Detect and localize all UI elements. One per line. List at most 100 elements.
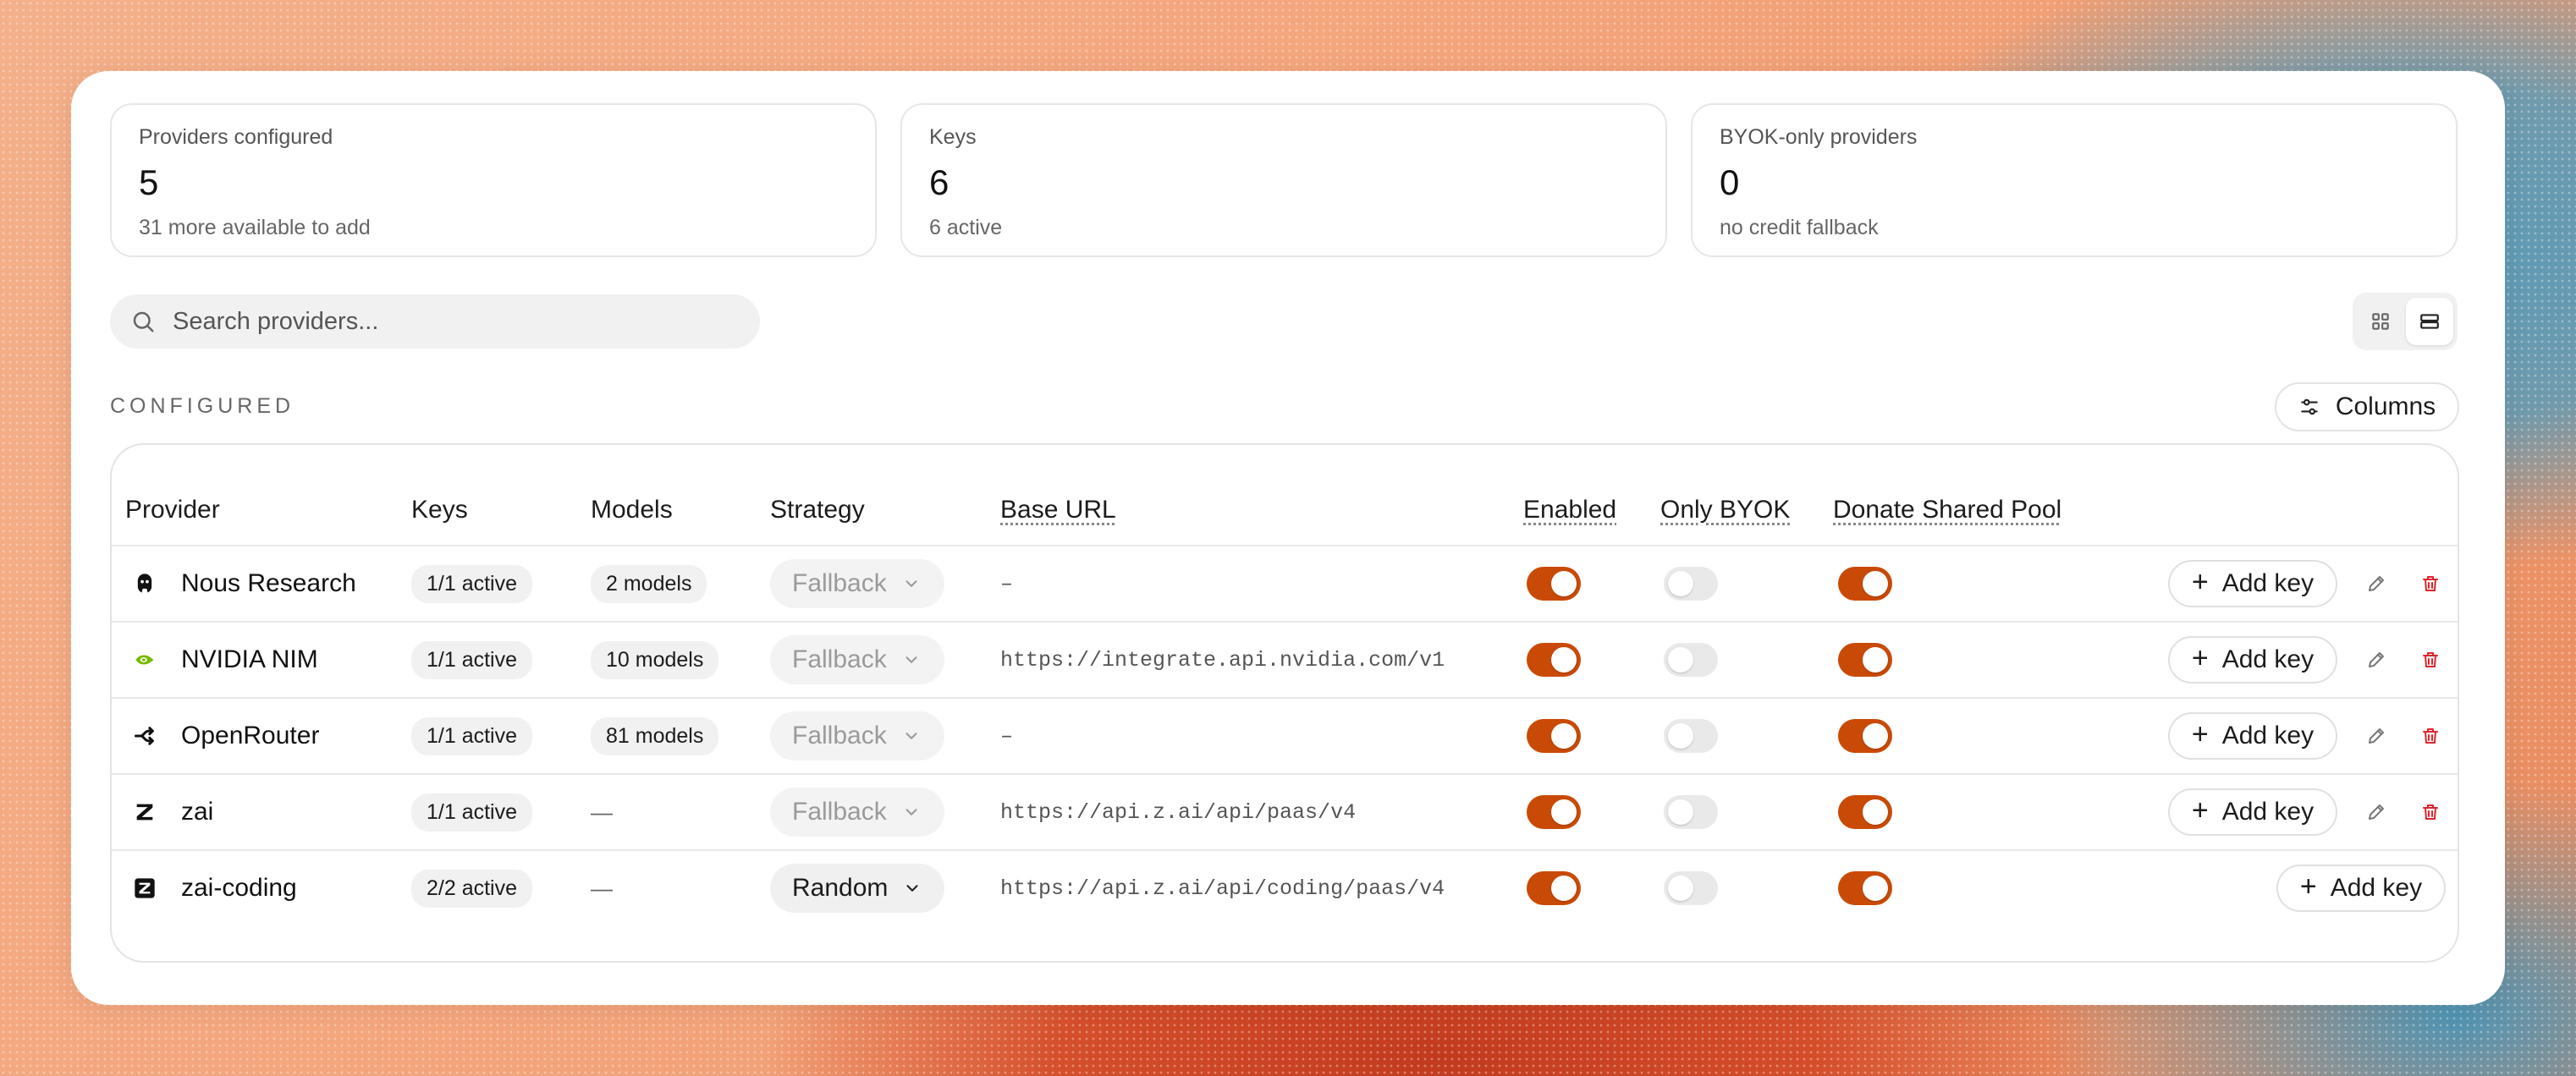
enabled-toggle[interactable] [1527,719,1581,753]
zai-coding-icon [132,876,157,901]
only-byok-toggle[interactable] [1664,871,1718,905]
header-strategy[interactable]: Strategy [770,496,865,524]
only-byok-cell [1664,546,1718,621]
trash-icon [2423,576,2438,591]
enabled-toggle[interactable] [1527,871,1581,905]
enabled-toggle[interactable] [1527,567,1581,601]
only-byok-cell [1664,623,1718,697]
section-title: CONFIGURED [110,394,295,418]
provider-cell: NVIDIA NIM [132,623,318,697]
stat-label: BYOK-only providers [1720,125,1918,149]
edit-button[interactable] [2361,568,2392,599]
only-byok-toggle[interactable] [1664,719,1718,753]
add-key-button[interactable]: + Add key [2276,865,2446,912]
header-models[interactable]: Models [591,496,673,524]
list-view-button[interactable] [2406,298,2453,345]
base-url-cell: – [1000,546,1013,621]
add-key-label: Add key [2221,645,2315,673]
enabled-toggle[interactable] [1527,795,1581,829]
enabled-toggle[interactable] [1527,643,1581,677]
columns-button[interactable]: Columns [2275,382,2459,431]
donate-shared-pool-toggle[interactable] [1838,795,1892,829]
toggle-knob [1551,571,1577,596]
stat-sub: 31 more available to add [139,216,371,239]
delete-button[interactable] [2415,797,2446,827]
models-badge: 2 models [591,564,707,603]
donate-shared-pool-toggle[interactable] [1838,719,1892,753]
strategy-select[interactable]: Random [770,864,944,913]
provider-cell: Nous Research [132,546,356,621]
stat-label: Providers configured [139,125,333,149]
add-key-button[interactable]: + Add key [2168,712,2337,760]
stat-value: 5 [139,162,159,202]
strategy-cell: Random [770,851,944,925]
provider-name[interactable]: Nous Research [181,569,356,598]
rows-icon [2420,314,2439,329]
search-input[interactable] [173,307,731,336]
only-byok-toggle[interactable] [1664,567,1718,601]
table-row: NVIDIA NIM 1/1 active 10 models Fallback htt… [112,623,2458,699]
strategy-select: Fallback [770,711,944,760]
stat-sub: no credit fallback [1720,216,1879,239]
base-url-cell: – [1000,699,1013,773]
donate-shared-pool-toggle[interactable] [1838,871,1892,905]
only-byok-toggle[interactable] [1664,643,1718,677]
plus-icon: + [2299,870,2317,903]
table-row: zai 1/1 active — Fallback https://api.z.ai/a… [112,775,2458,851]
models-empty: — [591,799,613,825]
actions-cell: + Add key [2168,775,2446,849]
pencil-icon [2369,576,2384,591]
add-key-button[interactable]: + Add key [2168,788,2337,836]
toggle-knob [1668,723,1693,749]
provider-name[interactable]: NVIDIA NIM [181,645,318,674]
donate-shared-pool-toggle[interactable] [1838,643,1892,677]
enabled-cell [1527,623,1581,697]
toggle-knob [1668,571,1693,596]
edit-button[interactable] [2361,645,2392,675]
header-provider[interactable]: Provider [125,496,220,524]
keys-badge: 2/2 active [411,869,533,908]
add-key-button[interactable]: + Add key [2168,636,2337,683]
table-row: zai-coding 2/2 active — Random https://api.z… [112,851,2458,927]
header-donate-shared-pool[interactable]: Donate Shared Pool [1833,496,2061,524]
add-key-button[interactable]: + Add key [2168,560,2337,607]
base-url-cell: https://integrate.api.nvidia.com/v1 [1000,623,1445,697]
provider-name[interactable]: zai [181,798,213,826]
stat-card-byok: BYOK-only providers 0 no credit fallback [1691,103,2458,257]
header-enabled[interactable]: Enabled [1523,496,1616,524]
chevron-down-icon [905,809,917,815]
strategy-select: Fallback [770,788,944,837]
donate-shared-pool-toggle[interactable] [1838,567,1892,601]
zai-icon [132,799,157,825]
strategy-value: Fallback [792,645,887,673]
toggle-knob [1668,876,1693,901]
search-box[interactable] [110,294,760,349]
grid-view-button[interactable] [2357,298,2404,345]
grid-icon [2372,313,2389,330]
actions-cell: + Add key [2168,546,2446,621]
delete-button[interactable] [2415,568,2446,599]
edit-button[interactable] [2361,721,2392,751]
models-cell: 81 models [591,699,719,773]
header-only-byok[interactable]: Only BYOK [1660,496,1790,524]
provider-name[interactable]: zai-coding [181,874,297,903]
toggle-knob [1551,876,1577,901]
plus-icon: + [2191,642,2209,674]
only-byok-toggle[interactable] [1664,795,1718,829]
provider-cell: OpenRouter [132,699,319,773]
trash-icon [2423,728,2438,744]
provider-name[interactable]: OpenRouter [181,722,319,750]
delete-button[interactable] [2415,721,2446,751]
header-base-url[interactable]: Base URL [1000,496,1116,524]
delete-button[interactable] [2415,645,2446,675]
header-keys[interactable]: Keys [411,496,468,524]
models-cell: 2 models [591,546,707,621]
chevron-down-icon [906,885,918,892]
keys-cell: 1/1 active [411,699,533,773]
donate-cell [1838,851,1892,925]
actions-cell: + Add key [2168,623,2446,697]
toggle-knob [1551,647,1577,672]
stats-row: Providers configured 5 31 more available… [110,103,2458,257]
pencil-icon [2369,728,2384,744]
edit-button[interactable] [2361,797,2392,827]
